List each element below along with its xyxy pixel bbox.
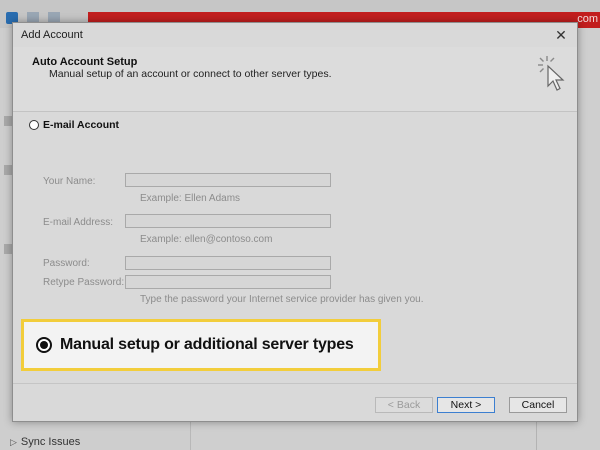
cursor-sparkle-icon (538, 56, 565, 91)
manual-setup-option[interactable]: Manual setup or additional server types (21, 319, 381, 371)
your-name-hint: Example: Ellen Adams (140, 193, 241, 204)
folder-marker (4, 244, 12, 254)
your-name-input[interactable] (125, 173, 331, 187)
folder-label: Sync Issues (20, 436, 81, 448)
dialog-title: Add Account (21, 29, 83, 41)
email-account-option[interactable]: E-mail Account (29, 119, 119, 131)
email-address-input[interactable] (125, 214, 331, 228)
retype-password-label: Retype Password: (43, 277, 125, 288)
back-button[interactable]: < Back (375, 397, 433, 413)
email-address-hint: Example: ellen@contoso.com (140, 234, 273, 245)
add-account-dialog: Add Account ✕ Auto Account Setup Manual … (12, 22, 578, 422)
manual-setup-radio[interactable] (36, 337, 52, 353)
footer-divider (13, 383, 577, 384)
folder-marker (4, 165, 12, 175)
cancel-button[interactable]: Cancel (509, 397, 567, 413)
folder-marker (4, 116, 12, 126)
next-button[interactable]: Next > (437, 397, 495, 413)
retype-password-input[interactable] (125, 275, 331, 289)
header-title: Auto Account Setup (32, 56, 138, 68)
divider (536, 420, 537, 450)
email-account-radio[interactable] (29, 120, 39, 130)
your-name-label: Your Name: (43, 176, 96, 187)
password-input[interactable] (125, 256, 331, 270)
expand-arrow-icon[interactable]: ▷ (10, 437, 17, 448)
header-subtitle: Manual setup of an account or connect to… (49, 68, 332, 80)
password-label: Password: (43, 258, 90, 269)
banner-text: com (577, 13, 598, 25)
dialog-header: Auto Account Setup Manual setup of an ac… (13, 47, 577, 112)
email-account-label: E-mail Account (43, 119, 120, 131)
manual-setup-label: Manual setup or additional server types (60, 336, 354, 353)
password-hint: Type the password your Internet service … (140, 294, 424, 305)
close-icon[interactable]: ✕ (551, 25, 571, 45)
email-address-label: E-mail Address: (43, 217, 114, 228)
folder-sync-issues[interactable]: ▷ Sync Issues (10, 436, 80, 448)
dialog-titlebar: Add Account ✕ (13, 23, 577, 47)
